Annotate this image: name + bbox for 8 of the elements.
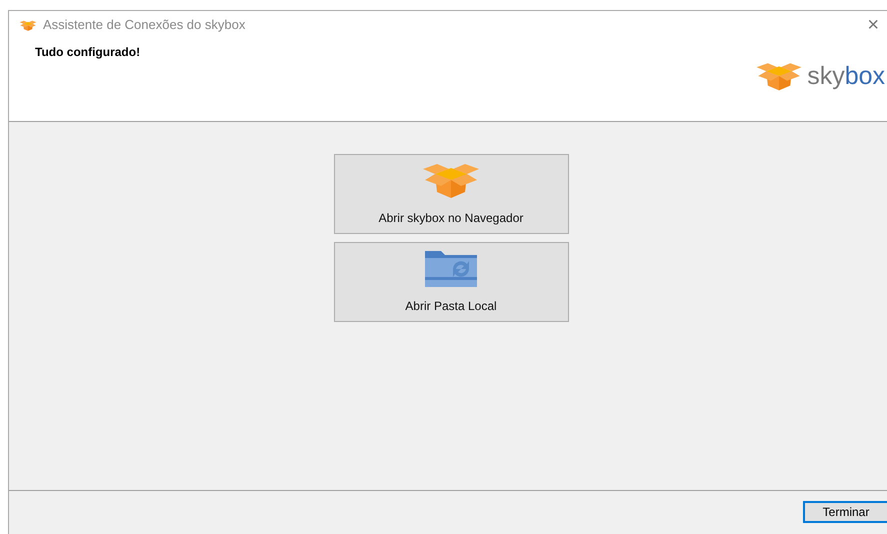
action-button[interactable]: Abrir Pasta Local (334, 242, 568, 322)
finish-button[interactable]: Terminar (803, 500, 887, 522)
app-icon (19, 18, 37, 32)
action-button[interactable]: Abrir skybox no Navegador (334, 154, 568, 234)
close-button[interactable]: × (867, 15, 883, 35)
logo-wordmark: skybox (807, 64, 885, 88)
page-heading: Tudo configurado! (35, 44, 140, 61)
window-title: Assistente de Conexões do skybox (43, 16, 246, 34)
